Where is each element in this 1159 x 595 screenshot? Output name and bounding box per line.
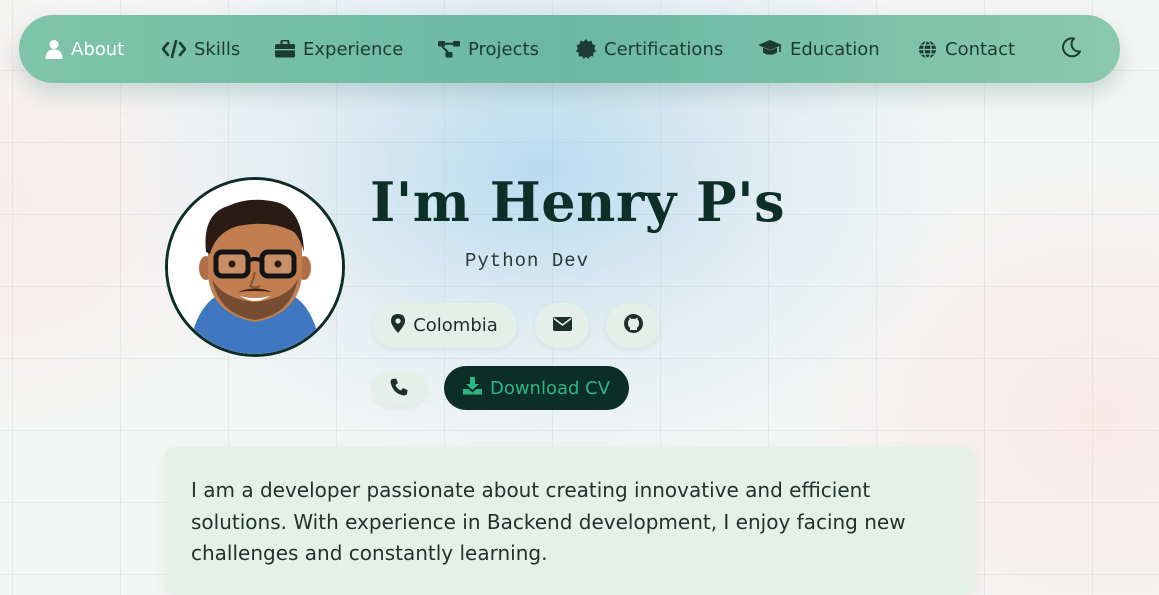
nav-item-label: About [71,38,125,60]
nav-item-certifications[interactable]: Certifications [576,15,723,83]
hero-title: I'm Henry P's [370,170,786,234]
phone-button[interactable] [372,371,426,406]
envelope-icon [552,316,572,335]
nav-item-label: Certifications [604,38,724,60]
download-icon [462,377,482,399]
globe-icon [918,39,937,59]
map-pin-icon [391,314,406,337]
briefcase-icon [275,40,295,58]
github-button[interactable] [606,303,660,348]
nav-item-experience[interactable]: Experience [275,15,403,83]
github-icon [623,314,643,337]
theme-toggle-button[interactable] [1059,37,1083,61]
nav-item-label: Education [790,38,880,60]
nav-item-skills[interactable]: Skills [162,15,240,83]
certificate-icon [576,39,596,59]
nav-item-projects[interactable]: Projects [438,15,539,83]
phone-icon [390,378,408,400]
about-text: I am a developer passionate about creati… [191,478,906,565]
nav-item-label: Skills [194,38,241,60]
about-card: I am a developer passionate about creati… [165,447,975,595]
hero-subtitle: Python Dev [465,250,590,272]
nav-item-education[interactable]: Education [758,15,880,83]
nav-item-about[interactable]: About [45,15,124,83]
code-icon [162,40,186,58]
navbar: About Skills Experience Projects Certifi… [19,15,1120,83]
avatar [165,177,345,357]
download-cv-label: Download CV [489,377,611,399]
moon-icon [1060,36,1082,62]
download-cv-button[interactable]: Download CV [444,366,629,410]
location-text: Colombia [413,315,498,336]
nav-item-label: Experience [303,38,404,60]
nav-item-label: Contact [945,38,1016,60]
project-diagram-icon [438,40,460,58]
user-icon [45,39,63,59]
location-chip[interactable]: Colombia [372,303,517,348]
graduation-cap-icon [758,40,782,58]
email-button[interactable] [535,303,589,348]
nav-item-contact[interactable]: Contact [918,15,1015,83]
nav-item-label: Projects [468,38,539,60]
